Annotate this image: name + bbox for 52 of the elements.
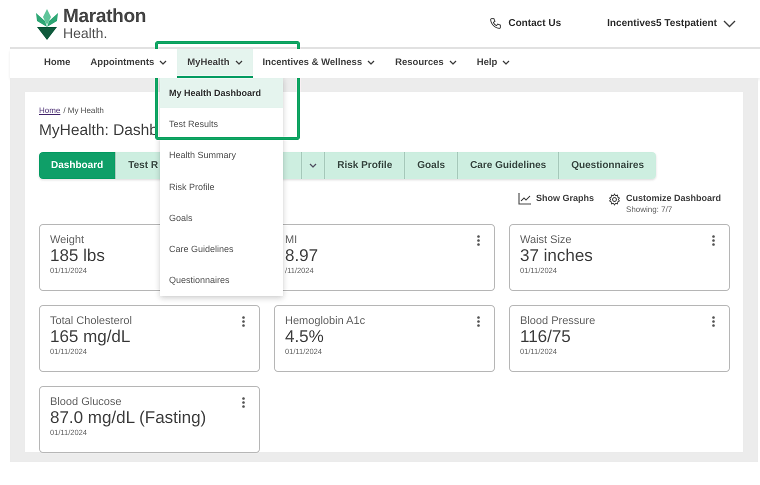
tab[interactable]: Care Guidelines [458, 152, 560, 179]
nav-item[interactable]: Help [466, 49, 520, 78]
metric-label: Total Cholesterol [50, 315, 132, 327]
metric-label: Blood Pressure [520, 315, 596, 327]
metric-label: Weight [50, 234, 84, 246]
more-options-icon[interactable] [242, 397, 245, 408]
chevron-down-icon [309, 163, 318, 168]
breadcrumb-link[interactable]: Home [39, 106, 60, 115]
settings-icon [608, 193, 621, 206]
menu-item[interactable]: Test Results [160, 108, 283, 140]
menu-item[interactable]: Health Summary [160, 140, 283, 171]
metric-value: 87.0 mg/dL (Fasting) [50, 408, 206, 428]
menu-item[interactable]: My Health Dashboard [160, 77, 283, 108]
menu-item[interactable]: Care Guidelines [160, 233, 283, 265]
logo-subtitle: Health. [63, 26, 108, 40]
contact-link[interactable]: Contact Us [489, 17, 562, 30]
metric-value: 116/75 [520, 327, 571, 348]
more-options-icon[interactable] [712, 316, 715, 327]
menu-item[interactable]: Risk Profile [160, 170, 283, 202]
tab[interactable]: Goals [405, 152, 458, 179]
show-graphs-link[interactable]: Show Graphs [518, 193, 594, 214]
metric-label: MI [285, 234, 298, 246]
logo-icon [35, 6, 59, 40]
showing-count: Showing: 7/7 [626, 205, 674, 214]
metric-value: 37 inches [520, 246, 593, 266]
line-chart-icon [518, 193, 531, 205]
menu-item[interactable]: Goals [160, 202, 283, 234]
menu-item[interactable]: Questionnaires [160, 264, 283, 296]
user-menu[interactable]: Incentives5 Testpatient [607, 18, 736, 29]
more-options-icon[interactable] [242, 316, 245, 327]
nav-item[interactable]: MyHealth [177, 49, 252, 78]
metric-value: 165 mg/dL [50, 327, 130, 348]
customize-dashboard-link[interactable]: Customize Dashboard [626, 193, 721, 203]
metric-label: Hemoglobin A1c [285, 315, 366, 327]
breadcrumb-current: / My Health [63, 106, 104, 115]
tab[interactable]: Risk Profile [325, 152, 406, 179]
more-options-icon[interactable] [712, 235, 715, 246]
metric-value: 8.97 [285, 246, 318, 266]
metric-value: 4.5% [285, 327, 324, 348]
nav-item[interactable]: Resources [385, 49, 467, 78]
metric-value: 185 lbs [50, 246, 105, 266]
more-options-icon[interactable] [477, 316, 480, 327]
nav-item[interactable]: Incentives & Wellness [252, 49, 386, 78]
metric-label: Waist Size [520, 234, 572, 246]
logo-name: Marathon [63, 7, 146, 26]
nav-item[interactable]: Appointments [80, 49, 178, 78]
chevron-down-icon [723, 20, 736, 28]
tab[interactable]: Questionnaires [559, 152, 656, 179]
more-options-icon[interactable] [477, 235, 480, 246]
nav-item[interactable]: Home [34, 49, 80, 78]
phone-icon [489, 17, 502, 30]
metric-label: Blood Glucose [50, 396, 122, 408]
